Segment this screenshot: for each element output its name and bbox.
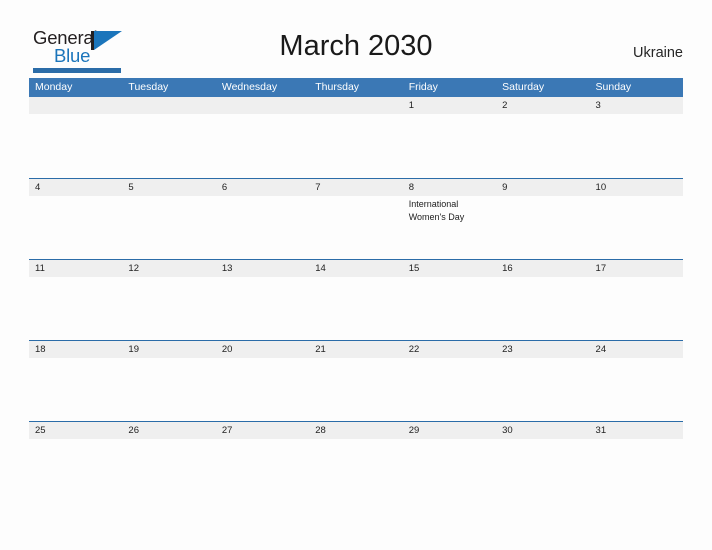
day-number[interactable]: 10 — [590, 179, 683, 196]
calendar-week-row: 1 2 3 — [29, 97, 683, 178]
week-events-band — [29, 277, 683, 340]
day-event-cell[interactable] — [122, 439, 215, 502]
calendar-week-row: 11 12 13 14 15 16 17 — [29, 259, 683, 340]
week-daynumber-band: 18 19 20 21 22 23 24 — [29, 341, 683, 358]
weekday-header-monday: Monday — [35, 81, 73, 93]
weekday-header-sunday: Sunday — [595, 81, 632, 93]
week-daynumber-band: 11 12 13 14 15 16 17 — [29, 260, 683, 277]
day-number[interactable]: 29 — [403, 422, 496, 439]
day-event-cell[interactable] — [122, 114, 215, 177]
day-number[interactable]: 22 — [403, 341, 496, 358]
day-number[interactable]: 2 — [496, 97, 589, 114]
day-number[interactable]: 20 — [216, 341, 309, 358]
country-label: Ukraine — [633, 45, 683, 61]
day-event-cell[interactable] — [29, 439, 122, 502]
day-number[interactable]: 30 — [496, 422, 589, 439]
calendar-week-row: 18 19 20 21 22 23 24 — [29, 340, 683, 421]
weekday-header-tuesday: Tuesday — [128, 81, 169, 93]
day-event-cell[interactable] — [216, 114, 309, 177]
day-number[interactable]: 5 — [122, 179, 215, 196]
day-event-cell[interactable] — [29, 114, 122, 177]
day-number[interactable]: 31 — [590, 422, 683, 439]
day-event-text: International Women's Day — [408, 199, 465, 222]
day-number[interactable] — [29, 97, 122, 114]
day-number[interactable]: 14 — [309, 260, 402, 277]
day-event-cell[interactable] — [496, 277, 589, 340]
day-number[interactable]: 17 — [590, 260, 683, 277]
week-daynumber-band: 4 5 6 7 8 9 10 — [29, 179, 683, 196]
day-number[interactable]: 27 — [216, 422, 309, 439]
day-number[interactable] — [309, 97, 402, 114]
weekday-header-thursday: Thursday — [315, 81, 360, 93]
day-number[interactable]: 23 — [496, 341, 589, 358]
day-number[interactable]: 3 — [590, 97, 683, 114]
day-number[interactable] — [122, 97, 215, 114]
day-event-cell[interactable] — [216, 439, 309, 502]
day-event-cell[interactable] — [309, 439, 402, 502]
day-number[interactable]: 4 — [29, 179, 122, 196]
day-number[interactable]: 26 — [122, 422, 215, 439]
day-event-cell[interactable] — [122, 277, 215, 340]
logo-underline-rule — [33, 68, 121, 73]
day-number[interactable]: 21 — [309, 341, 402, 358]
calendar-grid: Monday Tuesday Wednesday Thursday Friday… — [29, 78, 683, 502]
day-event-cell[interactable] — [122, 196, 215, 259]
week-events-band: International Women's Day — [29, 196, 683, 259]
day-event-cell[interactable] — [496, 196, 589, 259]
day-event-cell[interactable] — [216, 277, 309, 340]
day-event-cell[interactable] — [496, 358, 589, 421]
day-event-cell[interactable] — [590, 277, 683, 340]
day-number[interactable]: 13 — [216, 260, 309, 277]
day-number[interactable]: 6 — [216, 179, 309, 196]
day-event-cell[interactable] — [29, 196, 122, 259]
day-event-cell[interactable]: International Women's Day — [403, 196, 496, 259]
day-event-cell[interactable] — [29, 277, 122, 340]
day-event-cell[interactable] — [122, 358, 215, 421]
day-number[interactable]: 15 — [403, 260, 496, 277]
day-number[interactable]: 1 — [403, 97, 496, 114]
day-number[interactable]: 7 — [309, 179, 402, 196]
day-event-cell[interactable] — [403, 439, 496, 502]
day-number[interactable]: 8 — [403, 179, 496, 196]
day-number[interactable]: 19 — [122, 341, 215, 358]
week-events-band — [29, 358, 683, 421]
day-event-cell[interactable] — [496, 439, 589, 502]
page-title: March 2030 — [279, 30, 433, 62]
calendar-week-row: 4 5 6 7 8 9 10 International Women's Day — [29, 178, 683, 259]
day-event-cell[interactable] — [590, 439, 683, 502]
day-number[interactable]: 11 — [29, 260, 122, 277]
day-event-cell[interactable] — [309, 358, 402, 421]
week-daynumber-band: 1 2 3 — [29, 97, 683, 114]
day-event-cell[interactable] — [590, 196, 683, 259]
day-event-cell[interactable] — [309, 114, 402, 177]
weekday-header-saturday: Saturday — [502, 81, 545, 93]
weekday-header-wednesday: Wednesday — [221, 81, 278, 93]
day-number[interactable]: 24 — [590, 341, 683, 358]
day-event-cell[interactable] — [309, 196, 402, 259]
day-number[interactable]: 12 — [122, 260, 215, 277]
day-number[interactable]: 18 — [29, 341, 122, 358]
day-number[interactable] — [216, 97, 309, 114]
day-event-cell[interactable] — [403, 114, 496, 177]
day-event-cell[interactable] — [216, 358, 309, 421]
calendar-week-row: 25 26 27 28 29 30 31 — [29, 421, 683, 502]
day-event-cell[interactable] — [216, 196, 309, 259]
day-number[interactable]: 16 — [496, 260, 589, 277]
week-events-band — [29, 439, 683, 502]
day-event-cell[interactable] — [403, 358, 496, 421]
calendar-weekday-header: Monday Tuesday Wednesday Thursday Friday… — [29, 78, 683, 97]
week-events-band — [29, 114, 683, 177]
page-header: General Blue March 2030 Ukraine — [0, 0, 712, 76]
day-number[interactable]: 28 — [309, 422, 402, 439]
day-event-cell[interactable] — [496, 114, 589, 177]
day-event-cell[interactable] — [309, 277, 402, 340]
day-number[interactable]: 25 — [29, 422, 122, 439]
week-daynumber-band: 25 26 27 28 29 30 31 — [29, 422, 683, 439]
day-event-cell[interactable] — [403, 277, 496, 340]
day-event-cell[interactable] — [590, 114, 683, 177]
day-event-cell[interactable] — [29, 358, 122, 421]
day-number[interactable]: 9 — [496, 179, 589, 196]
weekday-header-friday: Friday — [408, 81, 438, 93]
day-event-cell[interactable] — [590, 358, 683, 421]
